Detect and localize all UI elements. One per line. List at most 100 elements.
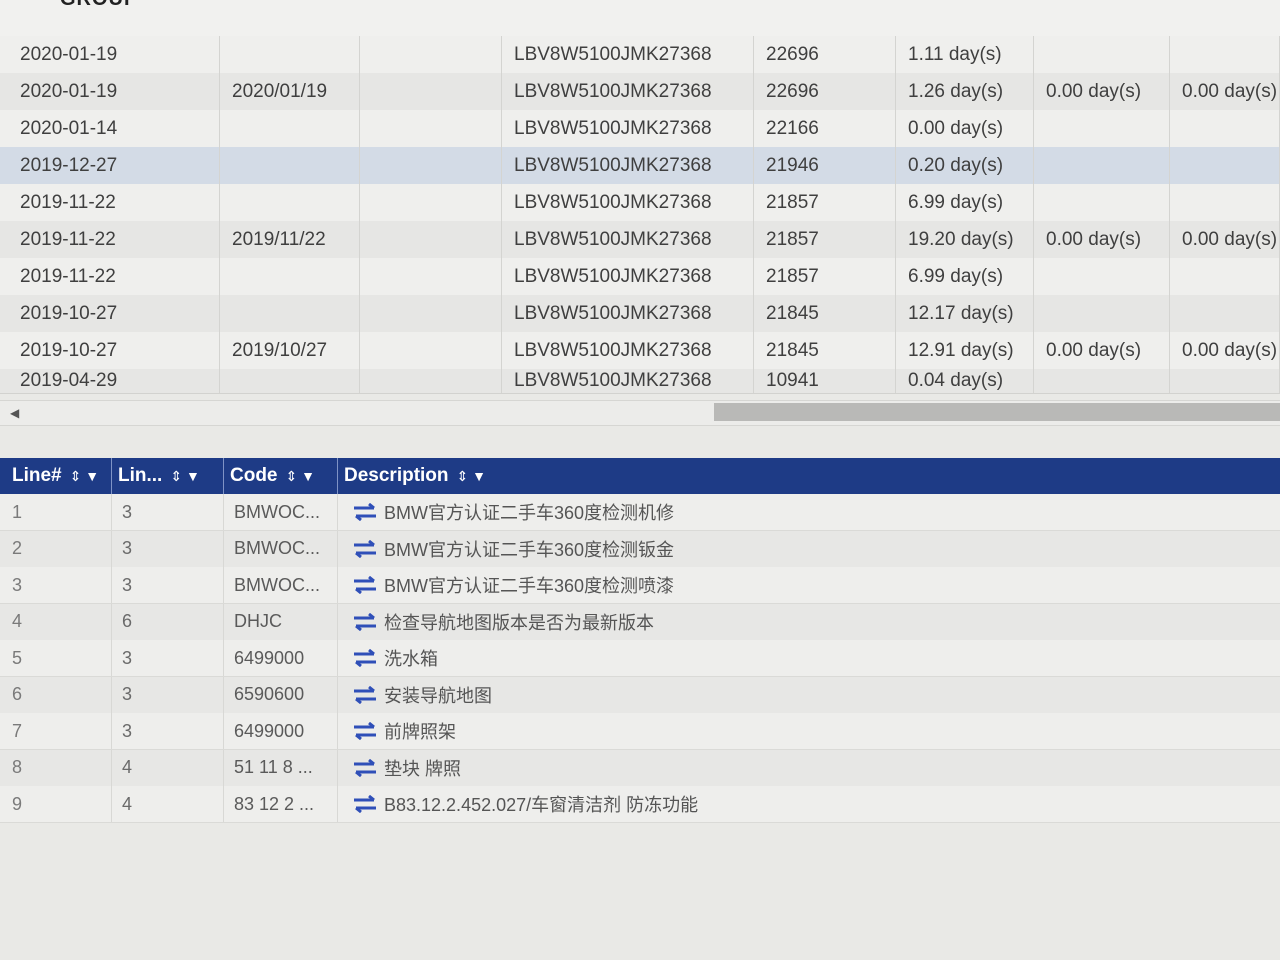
table-row[interactable]: 2019-11-22 2019/11/22 LBV8W5100JMK27368 218… (0, 221, 1280, 259)
cell-date2 (220, 36, 360, 73)
cell-d2: 0.00 day(s) (1034, 221, 1170, 258)
table-row[interactable]: 2020-01-19 2020/01/19 LBV8W5100JMK27368 226… (0, 73, 1280, 111)
description-text: 安装导航地图 (384, 685, 492, 706)
swap-arrows-icon[interactable] (352, 685, 378, 704)
cell-date: 2020-01-14 (8, 110, 220, 147)
cell-km: 21857 (754, 221, 896, 258)
table-row[interactable]: 5 3 6499000 洗水箱 (0, 640, 1280, 677)
cell-description: 洗水箱 (338, 640, 1280, 676)
cell-description: 前牌照架 (338, 713, 1280, 749)
cell-d1: 6.99 day(s) (896, 258, 1034, 295)
cell-d2 (1034, 36, 1170, 73)
swap-arrows-icon[interactable] (352, 795, 378, 813)
table-row[interactable]: 1 3 BMWOC... BMW官方认证二手车360度检测机修 (0, 494, 1280, 531)
cell-description: BMW官方认证二手车360度检测喷漆 (338, 567, 1280, 603)
table-row[interactable]: 2020-01-14 LBV8W5100JMK27368 22166 0.00 day… (0, 110, 1280, 148)
cell-code: 6590600 (224, 676, 338, 713)
column-header-line-no[interactable]: Line# ⇕ ▼ (6, 458, 112, 494)
swap-arrows-icon[interactable] (352, 649, 378, 667)
cell-date: 2020-01-19 (8, 36, 220, 73)
cell-date2 (220, 110, 360, 147)
cell-code: BMWOC... (224, 530, 338, 567)
cell-lin: 4 (112, 749, 224, 786)
cell-km: 21946 (754, 147, 896, 184)
cell-d3 (1170, 184, 1280, 221)
cell-d3 (1170, 369, 1280, 393)
swap-arrows-icon[interactable] (352, 722, 378, 740)
cell-date: 2019-10-27 (8, 295, 220, 332)
table-row[interactable]: 2019-12-27 LBV8W5100JMK27368 21946 0.20 day… (0, 147, 1280, 185)
cell-lin: 3 (112, 676, 224, 713)
cell-line-no: 1 (6, 494, 112, 530)
swap-arrows-icon[interactable] (352, 503, 378, 521)
table-row[interactable]: 2019-11-22 LBV8W5100JMK27368 21857 6.99 day… (0, 258, 1280, 296)
cell-date2: 2019/11/22 (220, 221, 360, 258)
cell-date2 (220, 258, 360, 295)
cell-d2 (1034, 147, 1170, 184)
sort-arrows-icon[interactable]: ⇕ ▼ (170, 468, 199, 485)
cell-date2: 2020/01/19 (220, 73, 360, 110)
sort-arrows-icon[interactable]: ⇕ ▼ (457, 468, 486, 485)
cell-date: 2019-11-22 (8, 184, 220, 221)
cell-lin: 3 (112, 530, 224, 567)
swap-arrows-icon[interactable] (352, 539, 378, 558)
cell-code: BMWOC... (224, 567, 338, 603)
cell-lin: 4 (112, 786, 224, 822)
cell-description: B83.12.2.452.027/车窗清洁剂 防冻功能 (338, 786, 1280, 822)
cell-empty (360, 147, 502, 184)
cell-date: 2019-04-29 (8, 369, 220, 393)
table-row[interactable]: 3 3 BMWOC... BMW官方认证二手车360度检测喷漆 (0, 567, 1280, 604)
table-row[interactable]: 9 4 83 12 2 ... B83.12.2.452.027/车窗清洁剂 防冻功能 (0, 786, 1280, 823)
cell-d2: 0.00 day(s) (1034, 73, 1170, 110)
swap-arrows-icon[interactable] (352, 758, 378, 777)
cell-km: 21857 (754, 258, 896, 295)
cell-line-no: 3 (6, 567, 112, 603)
cell-km: 22166 (754, 110, 896, 147)
swap-arrows-icon[interactable] (352, 612, 378, 631)
description-text: 洗水箱 (384, 649, 438, 669)
column-header-code[interactable]: Code ⇕ ▼ (224, 458, 338, 494)
cell-km: 22696 (754, 36, 896, 73)
cell-vin: LBV8W5100JMK27368 (502, 36, 754, 73)
column-header-description[interactable]: Description ⇕ ▼ (338, 458, 1280, 494)
cell-description: 安装导航地图 (338, 677, 1280, 713)
cell-lin: 3 (112, 713, 224, 749)
logo: GROUP (60, 0, 138, 11)
column-header-lin[interactable]: Lin... ⇕ ▼ (112, 458, 224, 494)
sort-arrows-icon[interactable]: ⇕ ▼ (70, 468, 99, 485)
table-row[interactable]: 4 6 DHJC 检查导航地图版本是否为最新版本 (0, 603, 1280, 641)
cell-d2 (1034, 184, 1170, 221)
table-row[interactable]: 2 3 BMWOC... BMW官方认证二手车360度检测钣金 (0, 530, 1280, 568)
horizontal-scrollbar[interactable]: ◀ (0, 400, 1280, 426)
description-text: 垫块 牌照 (384, 758, 462, 779)
cell-d2 (1034, 258, 1170, 295)
table-row[interactable]: 6 3 6590600 安装导航地图 (0, 676, 1280, 714)
description-text: BMW官方认证二手车360度检测钣金 (384, 539, 675, 560)
chevron-left-icon[interactable]: ◀ (10, 406, 19, 420)
swap-arrows-icon[interactable] (352, 576, 378, 594)
scrollbar-thumb[interactable] (714, 403, 1280, 421)
cell-d3 (1170, 36, 1280, 73)
table-row[interactable]: 2020-01-19 LBV8W5100JMK27368 22696 1.11 day… (0, 36, 1280, 74)
cell-empty (360, 332, 502, 369)
table-row[interactable]: 2019-10-27 2019/10/27 LBV8W5100JMK27368 218… (0, 332, 1280, 370)
table-row[interactable]: 8 4 51 11 8 ... 垫块 牌照 (0, 749, 1280, 787)
cell-d1: 12.91 day(s) (896, 332, 1034, 369)
description-text: 前牌照架 (384, 722, 456, 742)
cell-date2: 2019/10/27 (220, 332, 360, 369)
cell-d1: 6.99 day(s) (896, 184, 1034, 221)
table-row[interactable]: 7 3 6499000 前牌照架 (0, 713, 1280, 750)
cell-code: 83 12 2 ... (224, 786, 338, 822)
cell-lin: 6 (112, 603, 224, 640)
cell-date2 (220, 369, 360, 393)
sort-arrows-icon[interactable]: ⇕ ▼ (286, 468, 315, 485)
table-row[interactable]: 2019-04-29 LBV8W5100JMK27368 10941 0.04 day… (0, 369, 1280, 394)
cell-d2 (1034, 295, 1170, 332)
table-row[interactable]: 2019-11-22 LBV8W5100JMK27368 21857 6.99 day… (0, 184, 1280, 222)
cell-d1: 12.17 day(s) (896, 295, 1034, 332)
table-row[interactable]: 2019-10-27 LBV8W5100JMK27368 21845 12.17 da… (0, 295, 1280, 333)
cell-empty (360, 295, 502, 332)
cell-description: BMW官方认证二手车360度检测钣金 (338, 531, 1280, 567)
cell-d3 (1170, 258, 1280, 295)
cell-description: 检查导航地图版本是否为最新版本 (338, 604, 1280, 640)
